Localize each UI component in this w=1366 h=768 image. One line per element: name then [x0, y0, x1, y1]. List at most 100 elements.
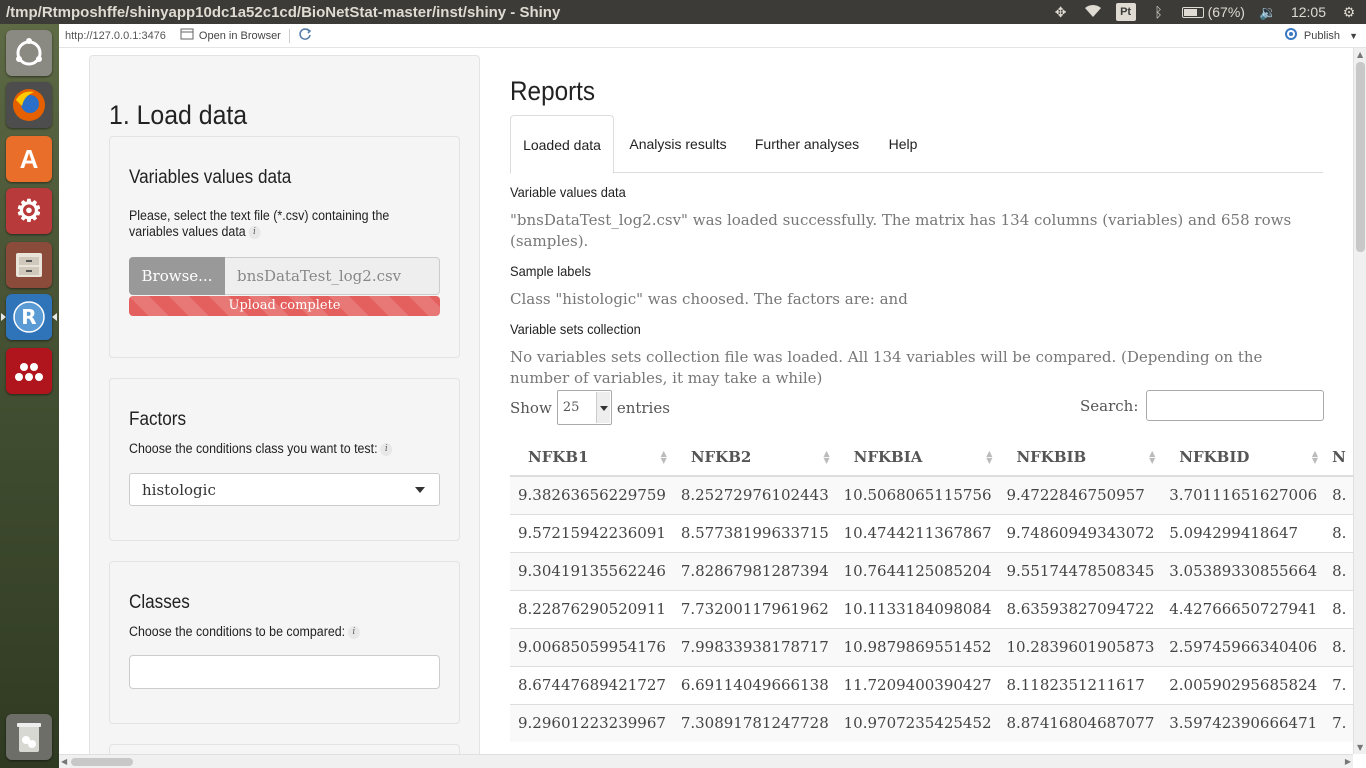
- column-header[interactable]: NFKB2 ▲ ▼: [672, 438, 836, 477]
- variables-values-heading: Variables values data: [129, 167, 292, 188]
- table-row[interactable]: 8.67447689421727 6.69114049666138 11.72094…: [510, 665, 1353, 704]
- sort-icon: ▲ ▼: [823, 448, 830, 465]
- table-cell: 7.73200117961962: [672, 589, 836, 628]
- table-row[interactable]: 9.29601223239967 7.30891781247728 10.97072…: [510, 703, 1353, 742]
- table-cell: 7.30891781247728: [672, 703, 836, 742]
- table-row[interactable]: 9.00685059954176 7.99833938178717 10.98798…: [510, 627, 1353, 666]
- file-cabinet-icon[interactable]: [6, 242, 52, 288]
- browse-button[interactable]: Browse...: [129, 257, 225, 295]
- mendeley-icon[interactable]: [6, 348, 52, 394]
- column-header[interactable]: NFKBIB ▲ ▼: [998, 438, 1162, 477]
- table-cell: 10.4744211367867: [835, 513, 999, 552]
- bluetooth-icon[interactable]: ᛒ: [1150, 4, 1168, 20]
- table-cell: 10.7644125085204: [835, 551, 999, 590]
- tab-analysis-results[interactable]: Analysis results: [620, 115, 736, 173]
- open-in-browser-label: Open in Browser: [198, 29, 281, 42]
- table-cell: 5.094299418647: [1161, 513, 1325, 552]
- table-cell: 8.57738199633715: [672, 513, 836, 552]
- file-name-field[interactable]: bnsDataTest_log2.csv: [225, 257, 440, 295]
- info-icon[interactable]: i: [347, 625, 360, 639]
- scroll-up-icon[interactable]: ▲: [1357, 50, 1363, 59]
- table-cell: 7.: [1324, 703, 1353, 742]
- publish-dropdown-icon[interactable]: ▼: [1349, 31, 1358, 41]
- software-center-icon[interactable]: A: [6, 136, 52, 182]
- next-panel: [109, 744, 460, 754]
- classes-input[interactable]: [129, 655, 440, 689]
- url-label[interactable]: http://127.0.0.1:3476: [59, 30, 166, 42]
- viewer-toolbar: http://127.0.0.1:3476 Open in Browser Pu…: [59, 24, 1366, 48]
- factors-panel: Factors Choose the conditions class you …: [109, 378, 460, 541]
- info-icon[interactable]: i: [248, 225, 261, 239]
- keyboard-layout-icon[interactable]: Pt: [1115, 3, 1136, 21]
- volume-icon[interactable]: 🔉: [1259, 4, 1277, 20]
- scroll-down-icon[interactable]: ▼: [1357, 743, 1363, 752]
- firefox-icon[interactable]: [6, 82, 52, 128]
- shiny-app: 1. Load data Variables values data Pleas…: [59, 48, 1353, 754]
- toolbar-divider: [288, 28, 290, 43]
- vertical-scroll-thumb[interactable]: [1356, 62, 1365, 252]
- trash-icon[interactable]: [6, 714, 52, 760]
- vertical-scrollbar[interactable]: ▲ ▼: [1353, 48, 1366, 754]
- table-cell: 8.22876290520911: [510, 589, 673, 628]
- table-cell: 6.69114049666138: [672, 665, 836, 704]
- file-input[interactable]: Browse... bnsDataTest_log2.csv: [129, 257, 440, 295]
- table-row[interactable]: 9.57215942236091 8.57738199633715 10.47442…: [510, 513, 1353, 552]
- upload-progress-bar: Upload complete: [129, 296, 440, 316]
- table-cell: 8.25272976102443: [672, 475, 836, 514]
- sort-icon: ▲ ▼: [660, 448, 667, 465]
- table-cell: 8.: [1324, 627, 1353, 666]
- clock[interactable]: 12:05: [1291, 4, 1326, 20]
- variable-values-title: Variable values data: [510, 184, 626, 200]
- open-in-browser-button[interactable]: Open in Browser: [180, 28, 281, 43]
- publish-label: Publish: [1303, 29, 1340, 42]
- scroll-left-icon[interactable]: ◀: [61, 757, 67, 766]
- ubuntu-dash-icon[interactable]: [6, 30, 52, 76]
- column-header[interactable]: NFKBID ▲ ▼: [1161, 438, 1325, 477]
- table-cell: 10.2839601905873: [998, 627, 1162, 666]
- table-cell: 9.4722846750957: [998, 475, 1162, 514]
- page-length-value: 25: [562, 400, 580, 415]
- horizontal-scrollbar[interactable]: ◀ ▶: [59, 754, 1353, 768]
- sample-labels-title: Sample labels: [510, 263, 591, 279]
- column-header[interactable]: NFKBIA ▲ ▼: [835, 438, 999, 477]
- tab-further-analyses[interactable]: Further analyses: [746, 115, 868, 173]
- refresh-icon[interactable]: [298, 27, 312, 44]
- column-header[interactable]: N: [1324, 438, 1353, 477]
- sidebar-title: 1. Load data: [109, 100, 248, 130]
- table-cell: 8.63593827094722: [998, 589, 1162, 628]
- table-header-row: NFKB1 ▲ ▼ NFKB2 ▲ ▼ NFKBIA ▲ ▼ NFKBIB ▲ ▼ NFKBID…: [510, 438, 1353, 477]
- battery-indicator[interactable]: (67%): [1181, 4, 1245, 20]
- page-length-select[interactable]: 25: [556, 390, 612, 425]
- tab-help[interactable]: Help: [878, 115, 928, 173]
- gear-icon[interactable]: ⚙: [1340, 4, 1358, 20]
- info-icon[interactable]: i: [380, 442, 393, 456]
- table-row[interactable]: 9.38263656229759 8.25272976102443 10.50680…: [510, 475, 1353, 514]
- main-panel: Reports Loaded data Analysis results Fur…: [510, 48, 1353, 754]
- data-table: NFKB1 ▲ ▼ NFKB2 ▲ ▼ NFKBIA ▲ ▼ NFKBIB ▲ ▼ NFKBID…: [510, 438, 1353, 742]
- main-title: Reports: [510, 76, 596, 106]
- scroll-right-icon[interactable]: ▶: [1345, 757, 1351, 766]
- table-cell: 8.87416804687077: [998, 703, 1162, 742]
- factors-heading: Factors: [129, 409, 187, 430]
- table-cell: 3.05389330855664: [1161, 551, 1325, 590]
- rstudio-icon[interactable]: R: [6, 294, 52, 340]
- variable-values-text: "bnsDataTest_log2.csv" was loaded succes…: [510, 211, 1292, 250]
- search-label: Search:: [1080, 396, 1139, 415]
- dropbox-icon[interactable]: ✥: [1052, 4, 1070, 20]
- horizontal-scroll-thumb[interactable]: [71, 758, 133, 766]
- table-cell: 8.: [1324, 513, 1353, 552]
- table-cell: 7.82867981287394: [672, 551, 836, 590]
- table-row[interactable]: 9.30419135562246 7.82867981287394 10.76441…: [510, 551, 1353, 590]
- system-top-bar: /tmp/Rtmposhffe/shinyapp10dc1a52c1cd/Bio…: [0, 0, 1366, 24]
- wifi-icon[interactable]: [1084, 4, 1102, 20]
- sort-icon: ▲ ▼: [1149, 448, 1156, 465]
- system-settings-icon[interactable]: ⚙: [6, 188, 52, 234]
- publish-button[interactable]: Publish: [1284, 27, 1340, 44]
- tab-loaded-data[interactable]: Loaded data: [510, 115, 614, 174]
- table-cell: 9.30419135562246: [510, 551, 673, 590]
- factors-select[interactable]: histologic: [129, 473, 440, 506]
- search-input[interactable]: [1146, 390, 1325, 421]
- svg-text:R: R: [21, 305, 36, 329]
- column-header[interactable]: NFKB1 ▲ ▼: [510, 438, 673, 477]
- table-row[interactable]: 8.22876290520911 7.73200117961962 10.11331…: [510, 589, 1353, 628]
